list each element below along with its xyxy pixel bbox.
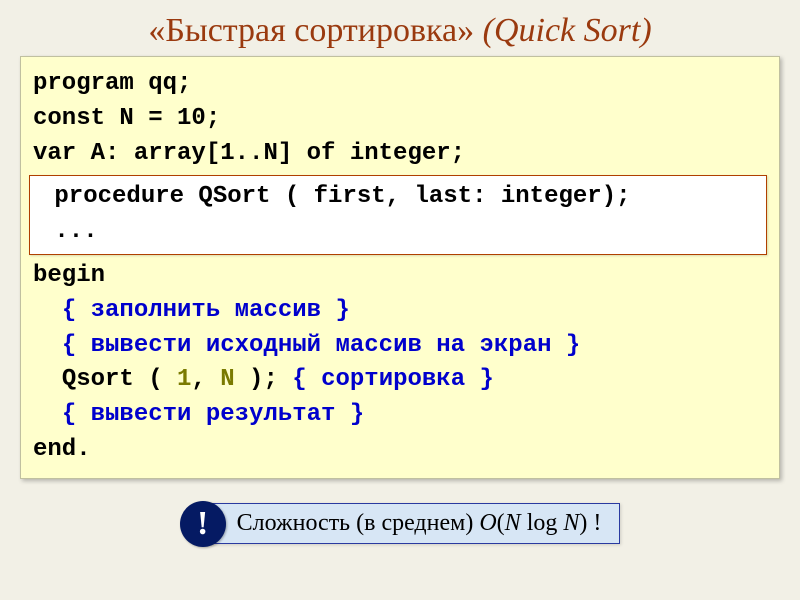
code-line-1: program qq; — [33, 67, 767, 102]
code-line-8: { вывести результат } — [33, 398, 767, 433]
code-line-6: { вывести исходный массив на экран } — [33, 329, 767, 364]
complexity-box: Сложность (в среднем) O(N log N) ! — [208, 503, 621, 544]
slide-title: «Быстрая сортировка» (Quick Sort) — [0, 0, 800, 56]
exclamation-icon: ! — [180, 501, 226, 547]
complexity-label: Сложность (в среднем) — [237, 510, 480, 536]
code-inner-1: procedure QSort ( first, last: integer); — [40, 180, 756, 215]
code-line-2: const N = 10; — [33, 102, 767, 137]
complexity-tail: ! — [587, 510, 601, 536]
code-line-5: { заполнить массив } — [33, 294, 767, 329]
title-ru: «Быстрая сортировка» — [148, 12, 474, 49]
code-line-7: Qsort ( 1, N ); { сортировка } — [33, 363, 767, 398]
complexity-row: ! Сложность (в среднем) O(N log N) ! — [20, 501, 780, 547]
procedure-box: procedure QSort ( first, last: integer);… — [29, 175, 767, 255]
code-inner-2: ... — [40, 215, 756, 250]
code-block: program qq; const N = 10; var A: array[1… — [20, 56, 780, 479]
code-line-9: end. — [33, 433, 767, 468]
title-en: (Quick Sort) — [483, 12, 652, 49]
code-line-4: begin — [33, 259, 767, 294]
code-line-3: var A: array[1..N] of integer; — [33, 137, 767, 172]
